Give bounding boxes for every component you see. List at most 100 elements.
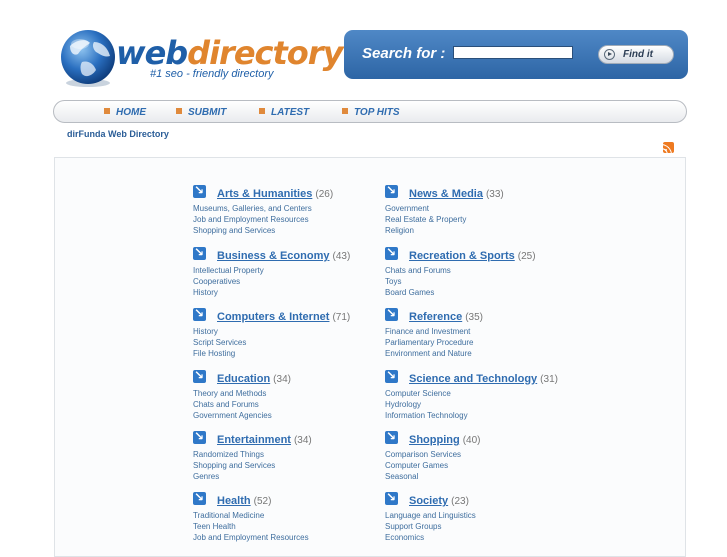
category-count: (34) (273, 374, 291, 385)
category-link[interactable]: Recreation & Sports (409, 250, 515, 262)
subcategory-link[interactable]: Support Groups (385, 522, 441, 531)
subcategory-link[interactable]: Real Estate & Property (385, 215, 466, 224)
subcategory-link[interactable]: Intellectual Property (193, 266, 264, 275)
category-link[interactable]: Business & Economy (217, 250, 329, 262)
category-header: News & Media(33) (385, 183, 575, 200)
subcategory-link[interactable]: Cooperatives (193, 277, 240, 286)
category-title: Reference (409, 311, 463, 323)
category-title-row: Computers & Internet (71) (217, 307, 350, 325)
subcategory-link[interactable]: Computer Science (385, 389, 451, 398)
subcategory-link[interactable]: File Hosting (193, 349, 235, 358)
arrow-down-right-icon (385, 183, 398, 198)
subcategory-link[interactable]: Language and Linguistics (385, 511, 476, 520)
subcategory-link[interactable]: Theory and Methods (193, 389, 266, 398)
subcategory-link[interactable]: Script Services (193, 338, 246, 347)
category-count: (31) (540, 374, 558, 385)
subcategory-link[interactable]: Shopping and Services (193, 226, 275, 235)
search-panel: Search for : Find it (344, 30, 688, 79)
category-count: (33) (485, 189, 504, 200)
category-link[interactable]: Shopping (409, 434, 460, 446)
category-title: Arts & Humanities (217, 188, 313, 200)
arrow-down-right-icon (193, 368, 206, 383)
category-count: (40) (462, 435, 481, 446)
subcategory-link[interactable]: Government (385, 204, 429, 213)
logo-title: webdirectory (116, 34, 343, 72)
category-link[interactable]: Science and Technology (409, 373, 537, 385)
breadcrumb-home-link[interactable]: dirFunda Web Directory (67, 129, 169, 139)
subcategory-link[interactable]: Computer Games (385, 461, 448, 470)
globe-icon (61, 30, 115, 87)
subcategory-link[interactable]: Seasonal (385, 472, 418, 481)
nav-submit[interactable]: SUBMIT (176, 107, 226, 118)
category-link[interactable]: Society (409, 495, 448, 507)
category-block: Business & Economy(43) Intellectual Prope… (193, 245, 383, 297)
site-logo[interactable]: webdirectory #1 seo - friendly directory (56, 28, 343, 90)
bullet-square-icon (104, 108, 110, 114)
subcategory-link[interactable]: Environment and Nature (385, 349, 472, 358)
category-header: Education(34) (193, 368, 383, 385)
subcategory-link[interactable]: Government Agencies (193, 411, 272, 420)
category-block: Recreation & Sports(25) Chats and Forums T… (385, 245, 575, 297)
category-header: Society(23) (385, 490, 575, 509)
subcategory-link[interactable]: Religion (385, 226, 414, 235)
category-header: Recreation & Sports(25) (385, 245, 575, 262)
nav-top-hits[interactable]: TOP HITS (342, 107, 400, 118)
subcategory-link[interactable]: Comparison Services (385, 450, 461, 459)
subcategory-link[interactable]: Toys (385, 277, 401, 286)
nav-top-hits-label: TOP HITS (354, 107, 400, 118)
subcategory-link[interactable]: Genres (193, 472, 219, 481)
category-link[interactable]: Reference (409, 311, 462, 323)
subcategory-link[interactable]: Economics (385, 533, 424, 542)
category-title: Education (217, 373, 271, 385)
subcategory-link[interactable]: Board Games (385, 288, 434, 297)
category-title-row: Society (23) (409, 491, 469, 509)
subcategory-link[interactable]: Shopping and Services (193, 461, 275, 470)
category-link[interactable]: Entertainment (217, 434, 291, 446)
category-title: Shopping (409, 434, 460, 446)
arrow-down-right-icon (385, 306, 398, 321)
category-header: Arts & Humanities(26) (193, 183, 383, 202)
arrow-down-right-icon (385, 490, 398, 505)
subcategory-link[interactable]: Teen Health (193, 522, 236, 531)
subcategory-link[interactable]: Parliamentary Procedure (385, 338, 473, 347)
find-it-button[interactable]: Find it (598, 45, 674, 64)
category-block: Science and Technology(31) Computer Scien… (385, 368, 575, 420)
category-link[interactable]: News & Media (409, 188, 483, 200)
bullet-square-icon (342, 108, 348, 114)
subcategory-link[interactable]: History (193, 327, 218, 336)
category-count: (25) (517, 251, 536, 262)
category-count: (71) (332, 312, 351, 323)
logo-title-suffix: directory (187, 34, 343, 72)
subcategory-link[interactable]: Chats and Forums (193, 400, 259, 409)
category-count: (35) (465, 312, 483, 323)
search-input[interactable] (453, 46, 573, 59)
subcategory-link[interactable]: Randomized Things (193, 450, 264, 459)
subcategory-link[interactable]: Job and Employment Resources (193, 215, 309, 224)
subcategory-link[interactable]: Hydrology (385, 400, 421, 409)
category-count: (26) (315, 189, 334, 200)
category-link[interactable]: Arts & Humanities (217, 188, 312, 200)
subcategory-link[interactable]: Chats and Forums (385, 266, 451, 275)
category-title-row: Arts & Humanities (26) (217, 184, 333, 202)
nav-latest[interactable]: LATEST (259, 107, 309, 118)
arrow-right-icon (604, 49, 615, 60)
subcategory-link[interactable]: History (193, 288, 218, 297)
subcategory-link[interactable]: Information Technology (385, 411, 468, 420)
category-block: Arts & Humanities(26)Museums, Galleries,… (193, 183, 383, 235)
subcategory-link[interactable]: Job and Employment Resources (193, 533, 309, 542)
category-link[interactable]: Health (217, 495, 251, 507)
rss-icon[interactable] (663, 142, 674, 153)
subcategory-link[interactable]: Traditional Medicine (193, 511, 264, 520)
category-block: Shopping(40)Comparison Services Computer … (385, 429, 575, 481)
category-link[interactable]: Computers & Internet (217, 311, 329, 323)
subcategory-link[interactable]: Museums, Galleries, and Centers (193, 204, 312, 213)
category-title-row: Science and Technology (31) (409, 369, 558, 387)
category-header: Science and Technology(31) (385, 368, 575, 387)
category-header: Entertainment(34) (193, 429, 383, 446)
category-block: Entertainment(34) Randomized Things Shoppi… (193, 429, 383, 481)
nav-home[interactable]: HOME (104, 107, 146, 118)
category-link[interactable]: Education (217, 373, 270, 385)
subcategory-link[interactable]: Finance and Investment (385, 327, 470, 336)
category-count: (43) (332, 251, 351, 262)
category-title: Science and Technology (409, 373, 538, 385)
